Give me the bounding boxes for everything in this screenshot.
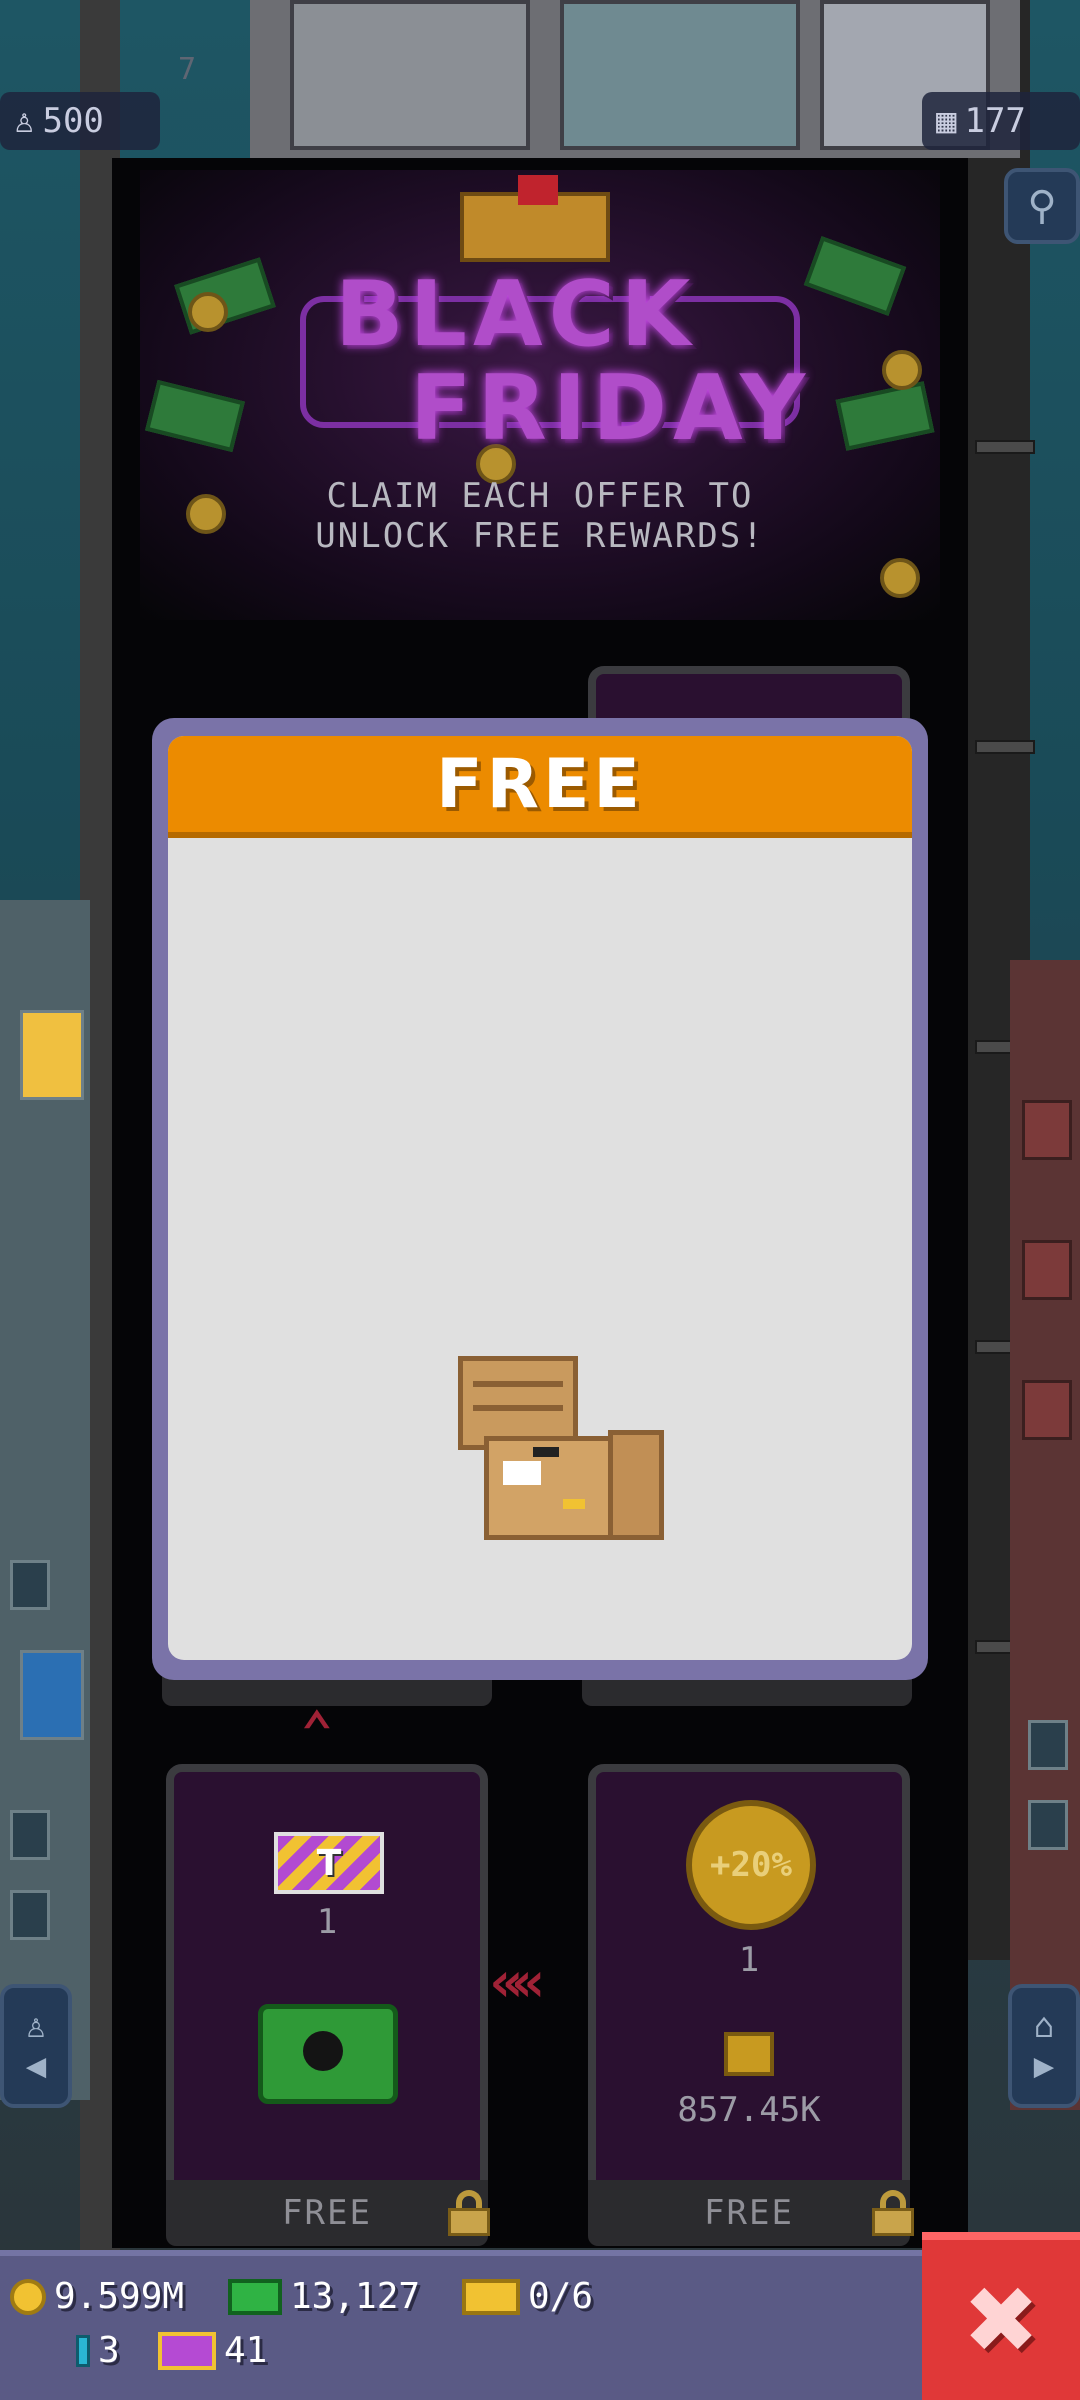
coins-value: 857.45K [677,2090,821,2130]
chevron-left-icon: ◀ [25,2046,47,2086]
banner-title-friday: FRIDAY [410,356,812,461]
coins-counter: 9.599M [10,2276,184,2317]
floor-count-value: 177 [964,101,1026,141]
offer-button-label: FREE [282,2193,372,2233]
golden-ticket-icon [158,2331,216,2370]
lock-icon [872,2190,914,2236]
reward-quantity: 1 [738,1940,760,1980]
person-icon: ♙ [14,101,35,141]
banner-subtitle: CLAIM EACH OFFER TO UNLOCK FREE REWARDS! [150,476,930,556]
offer-button-label: FREE [704,2193,794,2233]
building-window [10,1810,50,1860]
offer-card-ticket[interactable]: T 1 [166,1764,488,2204]
coin-stack-icon [724,2032,774,2076]
reward-quantity: 1 [316,1902,338,1942]
gift-bow-icon [518,175,558,205]
population-value: 500 [42,101,104,141]
billboard-fries [20,1010,84,1100]
resource-bar: 9.599M 13,127 0/6 3 41 [0,2250,922,2400]
building-window [1028,1800,1068,1850]
tower-rung [975,740,1035,754]
search-button[interactable]: ⚲ [1004,168,1080,244]
tickets-value: 0/6 [528,2276,594,2317]
coins-value: 9.599M [54,2276,185,2317]
ticket-icon [462,2278,520,2315]
popup-header: FREE [168,736,912,838]
crate-body [484,1436,614,1540]
building-window [1022,1380,1072,1440]
chevron-up-icon: ⌃ [300,1700,334,1765]
building-window [10,1890,50,1940]
coin-icon [880,558,920,598]
chevron-right-icon: ▶ [1033,2046,1055,2086]
scroll-left-button[interactable]: ♙ ◀ [0,1984,72,2108]
green-chest-icon [258,2004,398,2104]
search-icon: ⚲ [1027,183,1057,229]
popup-body: FREE [168,736,912,1660]
subtitle-line-2: UNLOCK FREE REWARDS! [315,516,765,556]
subtitle-line-1: CLAIM EACH OFFER TO [326,476,754,516]
tickets-counter: 0/6 [462,2276,593,2317]
ticket-icon: T [274,1832,384,1894]
offer-free-button[interactable]: FREE [588,2180,910,2246]
population-counter: ♙ 500 [0,92,160,150]
room-shop [560,0,800,150]
bux-value: 3 [98,2330,120,2371]
building-window [1022,1240,1072,1300]
floor-number: 7 [178,52,197,87]
cash-icon [228,2278,282,2315]
coin-icon [882,350,922,390]
building-window [1028,1720,1068,1770]
banner-title-black: BLACK [335,262,697,367]
building-icon: ▦ [936,101,957,141]
building-window [10,1560,50,1610]
room-elevator [290,0,530,150]
crate-side [608,1430,664,1540]
coin-icon [188,292,228,332]
close-icon: ✖ [962,2266,1040,2374]
lock-icon [448,2190,490,2236]
billboard-blue [20,1650,84,1740]
offer-free-button[interactable]: FREE [166,2180,488,2246]
bux-counter: 3 [76,2330,120,2371]
scroll-right-button[interactable]: ⌂ ▶ [1008,1984,1080,2108]
cash-value: 13,127 [290,2276,421,2317]
crate-chest-icon [458,1356,688,1556]
home-icon: ⌂ [1033,2006,1055,2046]
bux-icon [76,2334,90,2367]
popup-title: FREE [436,744,644,824]
offer-card-boost[interactable]: +20% 1 857.45K [588,1764,910,2204]
free-reward-popup[interactable]: FREE [152,718,928,1680]
floor-counter: ▦ 177 [922,92,1080,150]
coin-icon [10,2278,46,2315]
close-button[interactable]: ✖ [922,2232,1080,2400]
building-window [1022,1100,1072,1160]
golden-tickets-counter: 41 [158,2330,267,2371]
person-icon: ♙ [25,2006,47,2046]
cash-counter: 13,127 [228,2276,420,2317]
golden-tickets-value: 41 [224,2330,268,2371]
chevron-left-arrows-icon: «« [490,1950,546,2015]
boost-coin-icon: +20% [686,1800,816,1930]
tower-rung [975,440,1035,454]
boost-label: +20% [710,1845,792,1885]
